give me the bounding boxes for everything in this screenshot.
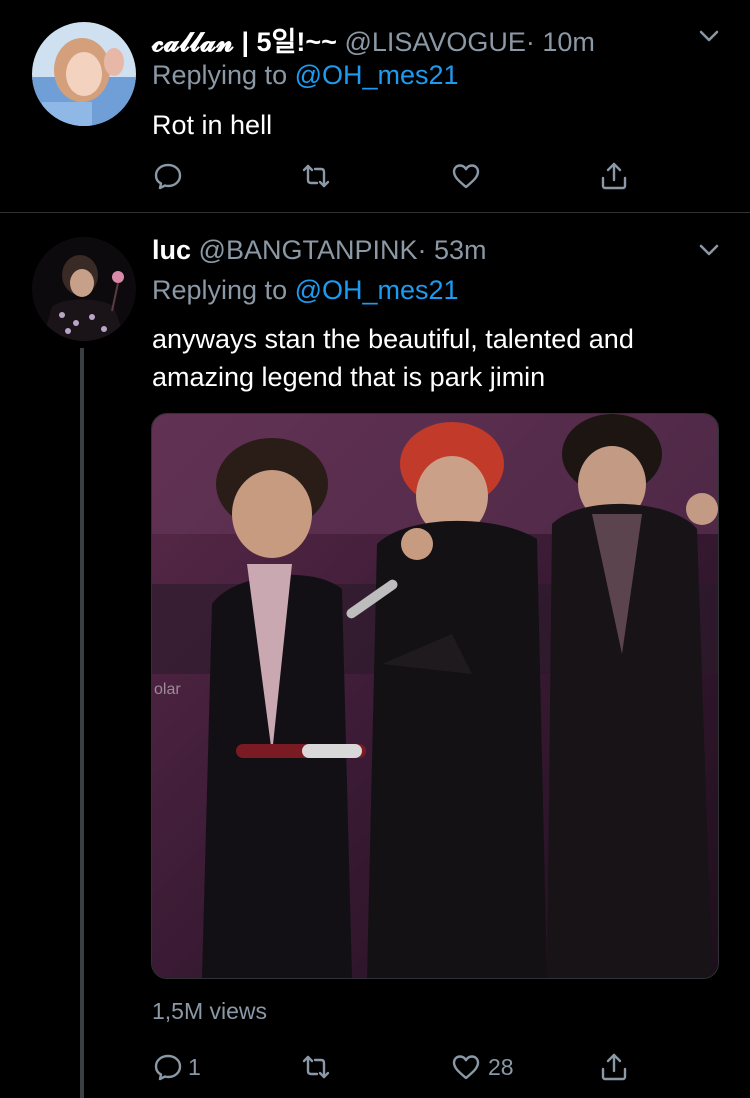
share-button[interactable] bbox=[598, 1051, 630, 1083]
retweet-icon bbox=[302, 164, 330, 188]
timestamp[interactable]: · 53m bbox=[417, 235, 486, 265]
chevron-down-icon[interactable] bbox=[696, 237, 722, 263]
media-overlay-text: olar bbox=[154, 681, 181, 698]
tweet-text: anyways stan the beautiful, talented and… bbox=[152, 324, 634, 392]
display-name[interactable]: luc bbox=[152, 235, 191, 265]
replying-to: Replying to @OH_mes21 bbox=[152, 275, 459, 306]
tweet-header: 𝓬𝓪𝓵𝓵𝓪𝓷 | 5일!~~ @LISAVOGUE· 10m bbox=[152, 20, 595, 59]
avatar[interactable] bbox=[32, 237, 136, 341]
share-button[interactable] bbox=[598, 160, 630, 192]
reply-icon bbox=[154, 163, 182, 190]
video-frame: olar bbox=[152, 414, 718, 978]
action-bar: 1 28 bbox=[152, 1051, 652, 1091]
tweet-header: luc @BANGTANPINK· 53m bbox=[152, 235, 487, 266]
handle[interactable]: @LISAVOGUE bbox=[344, 27, 525, 57]
chevron-down-icon[interactable] bbox=[696, 23, 722, 49]
like-count: 28 bbox=[488, 1053, 514, 1080]
tweet-1[interactable]: 𝓬𝓪𝓵𝓵𝓪𝓷 | 5일!~~ @LISAVOGUE· 10m Replying … bbox=[0, 0, 750, 212]
tweet-text: Rot in hell bbox=[152, 110, 273, 140]
tweet-video[interactable]: olar bbox=[151, 413, 719, 979]
avatar[interactable] bbox=[32, 22, 136, 126]
action-bar bbox=[152, 160, 652, 200]
view-count: 1,5M views bbox=[152, 998, 268, 1024]
mention-link[interactable]: @OH_mes21 bbox=[295, 60, 459, 90]
mention-link[interactable]: @OH_mes21 bbox=[295, 275, 459, 305]
reply-icon bbox=[154, 1054, 182, 1081]
share-icon bbox=[601, 1053, 627, 1081]
replying-prefix: Replying to bbox=[152, 275, 288, 305]
reply-button[interactable]: 1 bbox=[152, 1051, 201, 1083]
heart-icon bbox=[452, 164, 480, 189]
replying-prefix: Replying to bbox=[152, 60, 288, 90]
retweet-icon bbox=[302, 1055, 330, 1079]
heart-icon bbox=[452, 1055, 480, 1080]
replying-to: Replying to @OH_mes21 bbox=[152, 60, 459, 91]
handle[interactable]: @BANGTANPINK bbox=[199, 235, 418, 265]
reply-button[interactable] bbox=[152, 160, 184, 192]
display-name[interactable]: 𝓬𝓪𝓵𝓵𝓪𝓷 | 5일!~~ bbox=[152, 27, 337, 57]
share-icon bbox=[601, 162, 627, 190]
timestamp[interactable]: · 10m bbox=[526, 27, 595, 57]
retweet-button[interactable] bbox=[300, 160, 332, 192]
like-button[interactable]: 28 bbox=[450, 1051, 514, 1083]
reply-count: 1 bbox=[188, 1053, 201, 1080]
like-button[interactable] bbox=[450, 160, 482, 192]
tweet-2[interactable]: luc @BANGTANPINK· 53m Replying to @OH_me… bbox=[0, 213, 750, 1098]
retweet-button[interactable] bbox=[300, 1051, 332, 1083]
